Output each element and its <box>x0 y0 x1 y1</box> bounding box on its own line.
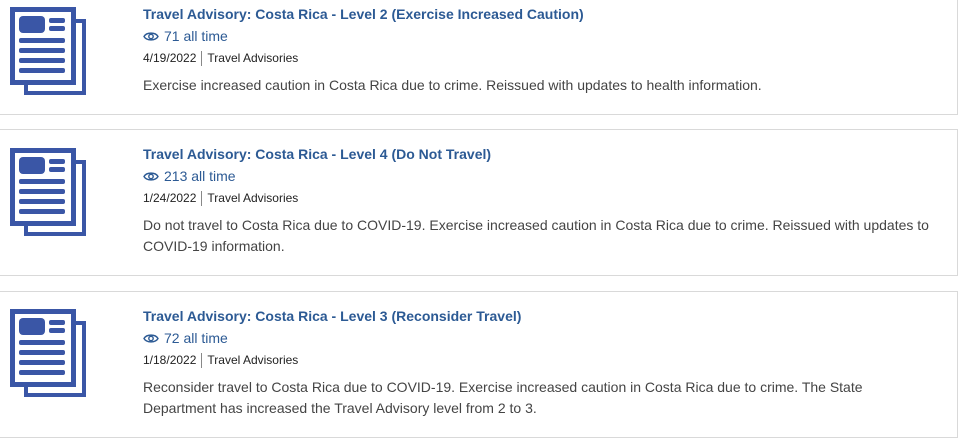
item-meta: 1/18/2022 Travel Advisories <box>143 352 937 368</box>
item-description: Do not travel to Costa Rica due to COVID… <box>143 217 929 254</box>
item-title-link[interactable]: Travel Advisory: Costa Rica - Level 3 (R… <box>143 307 937 325</box>
item-content: Travel Advisory: Costa Rica - Level 4 (D… <box>143 145 937 257</box>
item-content: Travel Advisory: Costa Rica - Level 3 (R… <box>143 307 937 419</box>
view-count: 72 all time <box>143 329 937 347</box>
item-date: 1/18/2022 <box>143 353 197 367</box>
document-icon[interactable] <box>10 7 88 97</box>
item-meta: 4/19/2022 Travel Advisories <box>143 50 937 66</box>
document-icon[interactable] <box>10 309 88 399</box>
eye-icon <box>143 171 159 181</box>
view-count-text: 213 all time <box>164 168 236 184</box>
view-count-text: 71 all time <box>164 28 228 44</box>
item-description: Exercise increased caution in Costa Rica… <box>143 77 762 93</box>
eye-icon <box>143 31 159 41</box>
view-count-text: 72 all time <box>164 330 228 346</box>
item-category-link[interactable]: Travel Advisories <box>207 190 298 206</box>
document-icon[interactable] <box>10 148 88 238</box>
item-category-link[interactable]: Travel Advisories <box>207 50 298 66</box>
item-description: Reconsider travel to Costa Rica due to C… <box>143 379 863 416</box>
list-item: Travel Advisory: Costa Rica - Level 3 (R… <box>0 291 958 438</box>
list-item: Travel Advisory: Costa Rica - Level 2 (E… <box>0 0 958 115</box>
view-count: 71 all time <box>143 27 937 45</box>
item-meta: 1/24/2022 Travel Advisories <box>143 190 937 206</box>
item-date: 4/19/2022 <box>143 51 197 65</box>
meta-divider <box>201 352 203 368</box>
eye-icon <box>143 333 159 343</box>
item-content: Travel Advisory: Costa Rica - Level 2 (E… <box>143 5 937 96</box>
item-title-link[interactable]: Travel Advisory: Costa Rica - Level 4 (D… <box>143 145 937 163</box>
meta-divider <box>201 50 203 66</box>
item-date: 1/24/2022 <box>143 191 197 205</box>
results-list: Travel Advisory: Costa Rica - Level 2 (E… <box>0 0 960 443</box>
item-title-link[interactable]: Travel Advisory: Costa Rica - Level 2 (E… <box>143 5 937 23</box>
view-count: 213 all time <box>143 167 937 185</box>
list-item: Travel Advisory: Costa Rica - Level 4 (D… <box>0 129 958 276</box>
meta-divider <box>201 190 203 206</box>
item-category-link[interactable]: Travel Advisories <box>207 352 298 368</box>
